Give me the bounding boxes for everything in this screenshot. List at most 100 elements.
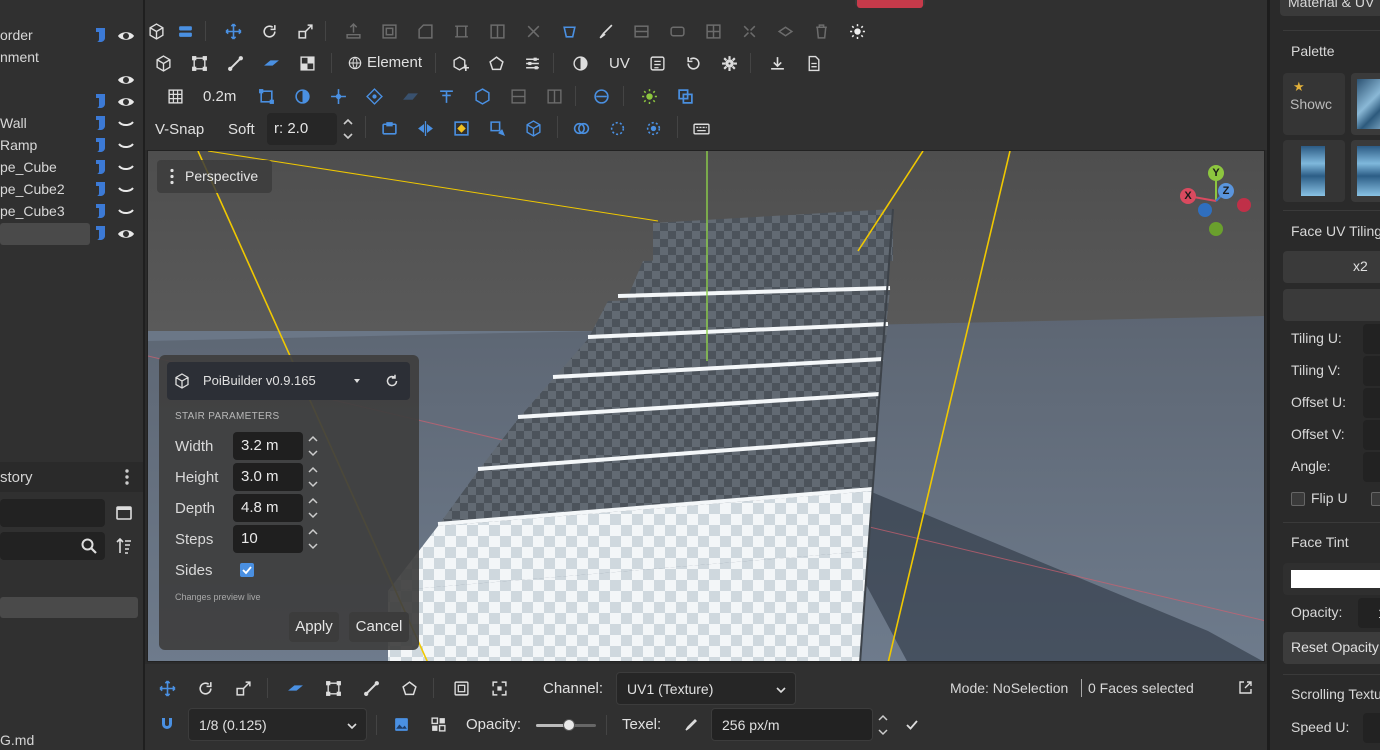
- tiling-v-input[interactable]: [1363, 356, 1380, 386]
- delete-icon[interactable]: [810, 20, 832, 42]
- snap-pivot-icon[interactable]: [435, 85, 457, 107]
- checker-icon[interactable]: [296, 52, 318, 74]
- gizmo-x-axis[interactable]: X: [1180, 188, 1196, 204]
- bucket-icon[interactable]: [558, 20, 580, 42]
- extrude-icon[interactable]: [342, 20, 364, 42]
- reset-uv-icon[interactable]: [682, 52, 704, 74]
- depth-stepper[interactable]: [307, 494, 319, 522]
- hierarchy-item[interactable]: Ramp: [0, 135, 143, 157]
- more-vertical-icon[interactable]: [122, 468, 132, 486]
- bridge-icon[interactable]: [450, 20, 472, 42]
- symmetry-icon[interactable]: [414, 117, 436, 139]
- texture-swatch[interactable]: [1283, 140, 1345, 202]
- hierarchy-item[interactable]: Wall: [0, 113, 143, 135]
- hierarchy-item[interactable]: pe_Cube3: [0, 201, 143, 223]
- snap-move-icon[interactable]: [327, 85, 349, 107]
- hierarchy-item-selected[interactable]: [0, 223, 143, 245]
- local-space-icon[interactable]: [674, 85, 696, 107]
- rotate-icon[interactable]: [194, 677, 216, 699]
- select-grow-icon[interactable]: [486, 117, 508, 139]
- script-icon[interactable]: [93, 180, 109, 198]
- snap-bounds-icon[interactable]: [471, 85, 493, 107]
- snap-increment-dropdown[interactable]: 1/8 (0.125): [188, 708, 367, 741]
- brush-icon[interactable]: [594, 20, 616, 42]
- scale-icon[interactable]: [294, 20, 316, 42]
- channel-dropdown[interactable]: UV1 (Texture): [616, 672, 796, 705]
- script-icon[interactable]: [93, 26, 109, 44]
- tiling-option-button[interactable]: [1283, 289, 1380, 321]
- radius-stepper[interactable]: [342, 116, 354, 142]
- magnet-icon[interactable]: [160, 716, 174, 732]
- width-stepper[interactable]: [307, 432, 319, 460]
- download-icon[interactable]: [766, 52, 788, 74]
- opacity-slider-knob[interactable]: [563, 719, 575, 731]
- snap-mirror-icon[interactable]: [543, 85, 565, 107]
- polygon-icon[interactable]: [485, 52, 507, 74]
- face-mode-icon[interactable]: [284, 677, 306, 699]
- tile-view-icon[interactable]: [427, 713, 449, 735]
- showcase-palette[interactable]: ★ Showc: [1283, 73, 1345, 135]
- visibility-eye-icon[interactable]: [116, 92, 136, 112]
- angle-input[interactable]: [1363, 452, 1380, 482]
- texture-swatch[interactable]: [1351, 140, 1380, 202]
- script-icon[interactable]: [93, 224, 109, 242]
- depth-input[interactable]: 4.8 m: [233, 494, 303, 522]
- height-stepper[interactable]: [307, 463, 319, 491]
- merge-icon[interactable]: [522, 20, 544, 42]
- soft-select-icon[interactable]: [378, 117, 400, 139]
- visibility-hidden-icon[interactable]: [116, 136, 136, 156]
- steps-stepper[interactable]: [307, 525, 319, 553]
- soft-toggle[interactable]: Soft: [228, 121, 255, 138]
- texture-swatch[interactable]: [1351, 73, 1380, 135]
- gizmo-z-axis[interactable]: Z: [1218, 183, 1234, 199]
- cube-icon[interactable]: [145, 20, 167, 42]
- snap-sphere-icon[interactable]: [291, 85, 313, 107]
- visibility-eye-icon[interactable]: [116, 224, 136, 244]
- external-link-icon[interactable]: [1238, 680, 1253, 695]
- history-selected-row[interactable]: [0, 597, 138, 618]
- rotate-icon[interactable]: [258, 20, 280, 42]
- window-icon[interactable]: [115, 504, 133, 522]
- uv-image-icon[interactable]: [450, 677, 472, 699]
- texel-density-input[interactable]: 256 px/m: [711, 708, 873, 741]
- object-mode-icon[interactable]: [152, 52, 174, 74]
- script-icon[interactable]: [93, 202, 109, 220]
- visibility-hidden-icon[interactable]: [116, 114, 136, 134]
- falloff-icon[interactable]: [450, 117, 472, 139]
- bevel-icon[interactable]: [414, 20, 436, 42]
- sides-checkbox[interactable]: [240, 563, 254, 577]
- reset-opacity-button[interactable]: Reset Opacity: [1283, 632, 1380, 664]
- flip-u-checkbox[interactable]: [1291, 492, 1305, 506]
- mesh-menu[interactable]: [857, 0, 923, 8]
- snap-surface-icon[interactable]: [399, 85, 421, 107]
- snap-grid-icon[interactable]: [255, 85, 277, 107]
- light-icon[interactable]: [846, 20, 868, 42]
- tiling-u-input[interactable]: [1363, 324, 1380, 354]
- pivot-sun-icon[interactable]: [638, 85, 660, 107]
- axis-gizmo[interactable]: Y X Z: [1176, 163, 1256, 243]
- snap-align-icon[interactable]: [507, 85, 529, 107]
- hierarchy-item[interactable]: order: [0, 25, 143, 47]
- edge-mode-icon[interactable]: [224, 52, 246, 74]
- layers-icon[interactable]: [174, 20, 196, 42]
- reset-icon[interactable]: [384, 373, 400, 389]
- radius-input[interactable]: r: 2.0: [267, 113, 337, 145]
- tint-opacity-input[interactable]: 1: [1358, 598, 1380, 628]
- offset-u-input[interactable]: [1363, 388, 1380, 418]
- sort-icon[interactable]: [115, 537, 133, 555]
- uv-mode-button[interactable]: UV: [609, 55, 630, 72]
- steps-input[interactable]: 10: [233, 525, 303, 553]
- perspective-menu[interactable]: Perspective: [157, 160, 272, 193]
- hierarchy-item[interactable]: nment: [0, 47, 143, 69]
- material-icon[interactable]: [569, 52, 591, 74]
- apply-check-icon[interactable]: [905, 718, 919, 732]
- hierarchy-item[interactable]: pe_Cube: [0, 157, 143, 179]
- script-icon[interactable]: [93, 136, 109, 154]
- caret-down-icon[interactable]: [353, 377, 361, 385]
- document-icon[interactable]: [802, 52, 824, 74]
- connect-icon[interactable]: [666, 20, 688, 42]
- hierarchy-item[interactable]: pe_Cube2: [0, 179, 143, 201]
- face-mode-icon[interactable]: [260, 52, 282, 74]
- scale-icon[interactable]: [232, 677, 254, 699]
- offset-v-input[interactable]: [1363, 420, 1380, 450]
